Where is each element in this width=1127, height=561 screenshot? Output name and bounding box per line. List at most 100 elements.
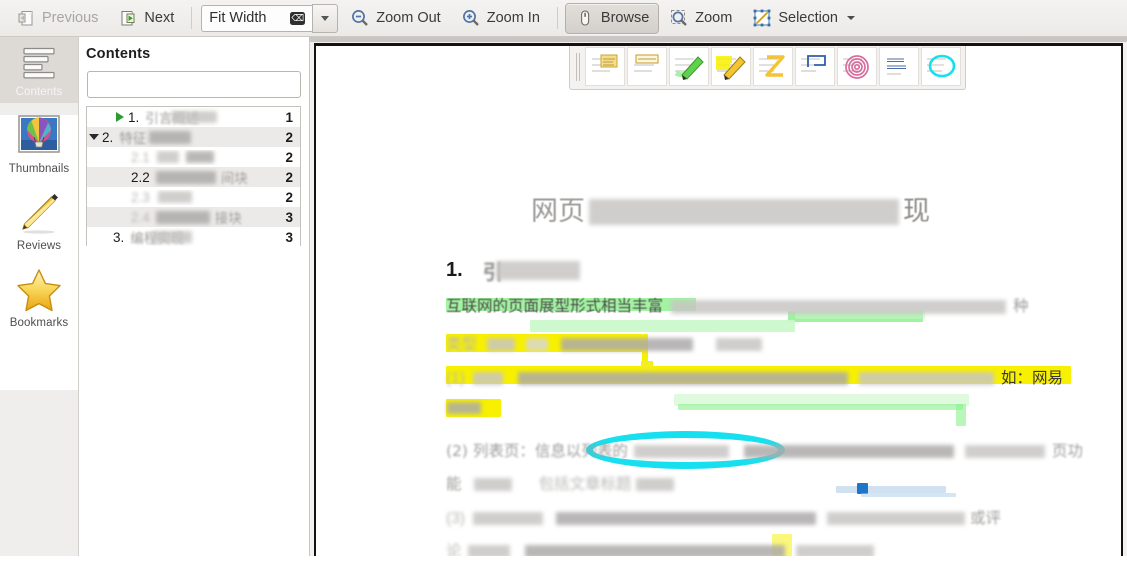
zoom-level-value: Fit Width	[209, 10, 267, 26]
toolbar-separator-1	[191, 7, 193, 29]
mouse-cursor-icon	[575, 8, 595, 28]
pdf-reader-window: Previous Next Fit Width ⌫ Zoom Out Zoom …	[0, 0, 1127, 561]
magnifier-marquee-icon	[669, 8, 689, 28]
redaction-block	[671, 299, 1007, 314]
redaction-block	[826, 512, 965, 525]
paragraph-line-2: 类型	[446, 334, 763, 355]
ellipse-tool[interactable]	[921, 47, 961, 86]
main-toolbar: Previous Next Fit Width ⌫ Zoom Out Zoom …	[0, 0, 1127, 37]
redaction-block	[473, 478, 512, 491]
toc-row-text: 接块	[214, 211, 242, 227]
toc-row-text: 特征	[119, 131, 147, 147]
selection-tool-button[interactable]: Selection	[742, 3, 865, 34]
sticky-note-tool[interactable]	[585, 47, 625, 86]
chevron-down-icon[interactable]	[87, 134, 100, 140]
zoom-level-dropdown-button[interactable]	[312, 3, 339, 33]
redaction-block	[555, 512, 816, 525]
sidebar-item-contents[interactable]: Contents	[0, 37, 78, 103]
redaction-block	[716, 338, 763, 351]
paragraph-line-5-tail: 页功	[1051, 442, 1083, 460]
sidebar-item-thumbnails[interactable]: Thumbnails	[0, 103, 78, 180]
zigzag-underline-tool[interactable]	[753, 47, 793, 86]
green-highlighter-tool[interactable]	[669, 47, 709, 86]
toc-row-page: 3	[285, 209, 293, 225]
clear-icon[interactable]: ⌫	[290, 11, 306, 25]
table-row[interactable]: 1. 引言概述 1	[87, 107, 300, 127]
pdf-page[interactable]: 网页 现 1. 引 互联网的页面展型形式相当丰富 种 类型 (1) 如：网易 (…	[314, 43, 1123, 561]
zoom-in-button[interactable]: Zoom In	[451, 3, 550, 34]
toc-row-page: 1	[285, 109, 293, 125]
text-box-icon	[630, 51, 664, 83]
green-highlight-3[interactable]	[530, 320, 795, 332]
paragraph-line-6: 能 包括文章标题	[446, 474, 675, 495]
blue-mark-3[interactable]	[861, 493, 956, 497]
sticky-note-icon	[588, 51, 622, 83]
paragraph-line-3: (1) 如：网易	[446, 368, 1086, 389]
annotation-tools-palette[interactable]	[569, 46, 966, 90]
table-row[interactable]: 2.4 接块 3	[87, 207, 300, 227]
search-input[interactable]	[88, 72, 300, 95]
zoom-tool-button[interactable]: Zoom	[659, 3, 742, 34]
toc-row-page: 2	[285, 169, 293, 185]
polyline-tool[interactable]	[795, 47, 835, 86]
sidebar-item-bookmarks[interactable]: Bookmarks	[0, 257, 78, 334]
paragraph-line-7-tail: 或评	[969, 509, 1001, 527]
green-highlight-6[interactable]	[678, 404, 963, 410]
palette-drag-handle[interactable]	[573, 51, 582, 83]
pencil-icon	[15, 189, 63, 237]
browse-tool-button[interactable]: Browse	[564, 2, 660, 34]
paragraph-line-3-lead: (1)	[446, 370, 465, 387]
table-row[interactable]: 2. 特征 2	[87, 127, 300, 147]
toc-row-page: 3	[285, 229, 293, 245]
next-page-icon	[118, 8, 138, 28]
contents-panel: Contents 1. 引言概述 1 2. 特征	[79, 37, 388, 561]
table-row[interactable]: 2.1 2	[87, 147, 300, 167]
sidebar-rail: Contents Thumbnails Reviews Bookmarks	[0, 37, 79, 561]
selection-rect-icon	[752, 8, 772, 28]
document-viewport[interactable]: 网页 现 1. 引 互联网的页面展型形式相当丰富 种 类型 (1) 如：网易 (…	[310, 37, 1127, 561]
redaction-block	[185, 151, 214, 163]
chevron-down-icon[interactable]	[847, 16, 855, 20]
next-button[interactable]: Next	[108, 3, 184, 34]
zoom-out-button[interactable]: Zoom Out	[340, 3, 450, 34]
yellow-marker-icon	[714, 51, 748, 83]
toc-row-page: 2	[285, 189, 293, 205]
zoom-out-icon	[350, 8, 370, 28]
table-row[interactable]: 2.3 2	[87, 187, 300, 207]
toc-list[interactable]: 1. 引言概述 1 2. 特征 2 2.1	[86, 106, 301, 246]
blue-mark-1[interactable]	[836, 486, 946, 493]
spiral-scribble-tool[interactable]	[837, 47, 877, 86]
contents-lines-icon	[17, 43, 61, 83]
text-box-tool[interactable]	[627, 47, 667, 86]
paragraph-line-5-lead: (2) 列表页：信息以列表的	[446, 442, 628, 460]
toc-row-number: 2.4	[131, 209, 150, 225]
previous-button-label: Previous	[42, 10, 99, 26]
table-row[interactable]: 3. 编程实现 3	[87, 227, 300, 247]
link-tool[interactable]	[879, 47, 919, 86]
paragraph-line-6-mid: 包括文章标题	[538, 475, 632, 493]
sidebar-item-reviews[interactable]: Reviews	[0, 180, 78, 257]
chevron-right-icon[interactable]	[113, 112, 126, 122]
table-row[interactable]: 2.2 间块 2	[87, 167, 300, 187]
redaction-block	[152, 231, 193, 243]
page-title: Contents	[86, 46, 151, 62]
zoom-in-label: Zoom In	[486, 10, 540, 26]
redaction-block	[858, 372, 994, 385]
previous-button[interactable]: Previous	[6, 3, 108, 34]
green-highlight-7[interactable]	[956, 404, 966, 426]
paragraph-line-7-lead: (3)	[446, 510, 465, 527]
toc-search-box[interactable]	[87, 71, 301, 98]
toc-row-label: 1. 引言概述	[87, 107, 285, 127]
yellow-highlighter-tool[interactable]	[711, 47, 751, 86]
paragraph-line-1-tail: 种	[1013, 297, 1029, 315]
toc-row-page: 2	[285, 149, 293, 165]
zoom-in-icon	[461, 8, 481, 28]
paragraph-line-2-lead: 类型	[446, 335, 478, 353]
zoom-level-combo[interactable]: Fit Width ⌫	[201, 3, 339, 33]
spiral-icon	[840, 51, 874, 83]
zoom-level-field[interactable]: Fit Width ⌫	[201, 4, 313, 32]
paragraph-line-7: (3) 或评	[446, 508, 1086, 529]
next-button-label: Next	[144, 10, 175, 26]
redaction-block	[472, 372, 503, 385]
sidebar-item-reviews-label: Reviews	[16, 240, 62, 252]
